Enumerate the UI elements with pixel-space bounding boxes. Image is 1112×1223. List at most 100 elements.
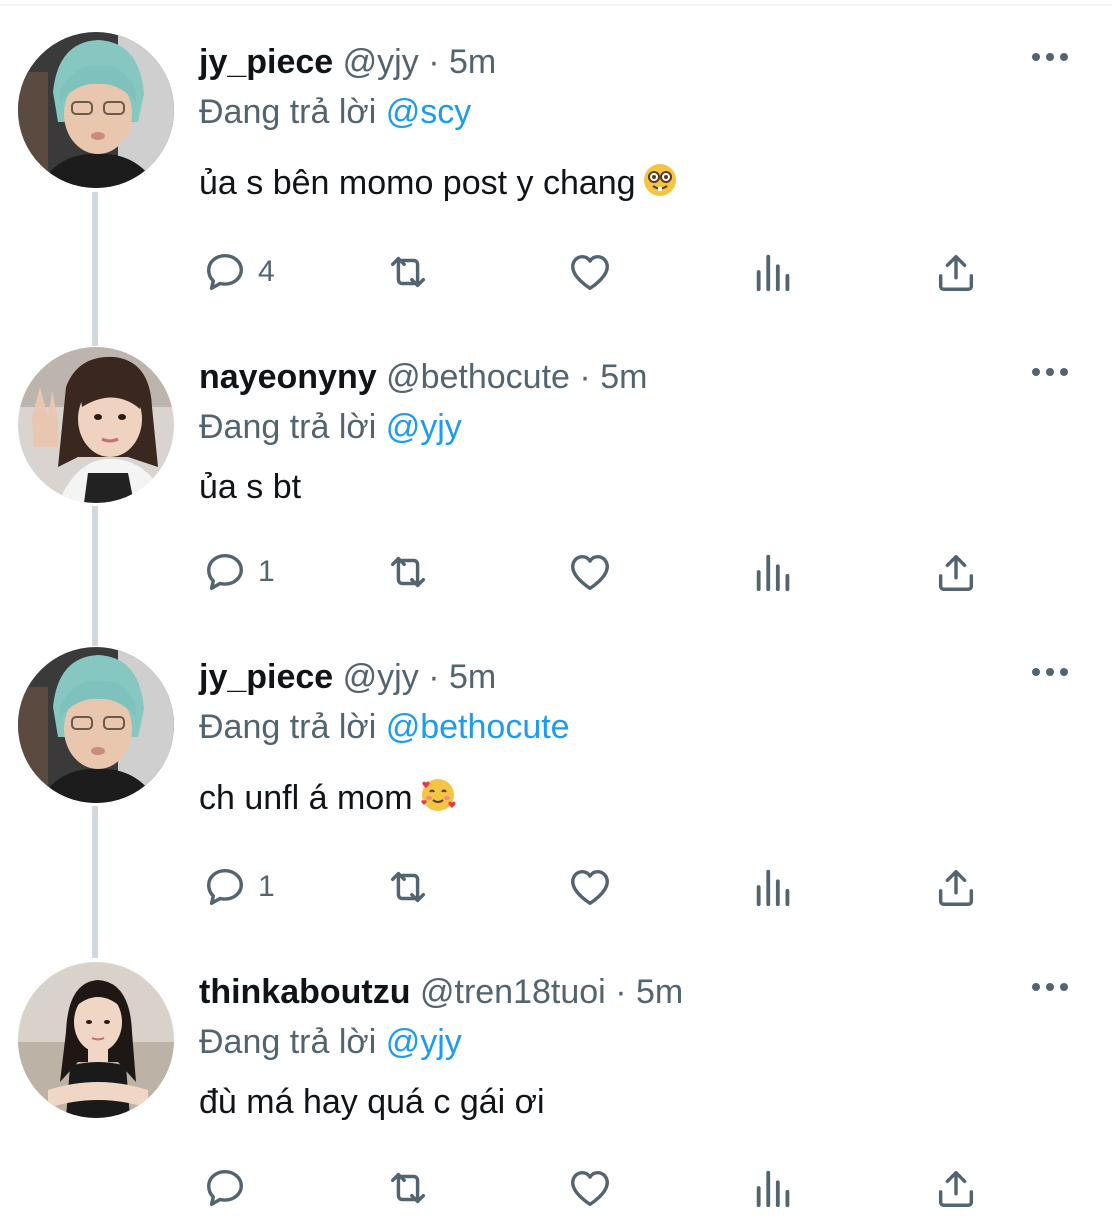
tweet-text: ủa s bt: [199, 467, 301, 507]
replying-to: Đang trả lời @scy: [199, 92, 471, 132]
timestamp[interactable]: 5m: [636, 973, 683, 1011]
tweet[interactable]: jy_piece @yjy · 5m Đang trả lời @bethocu…: [0, 647, 1112, 947]
user-handle[interactable]: @bethocute: [386, 358, 570, 396]
replying-to: Đang trả lời @yjy: [199, 1022, 462, 1062]
retweet-button[interactable]: [382, 244, 434, 300]
retweet-icon: [390, 871, 426, 903]
display-name[interactable]: nayeonyny: [199, 358, 377, 396]
display-name[interactable]: jy_piece: [199, 658, 333, 696]
timestamp[interactable]: 5m: [449, 43, 496, 81]
reply-mention[interactable]: @yjy: [386, 408, 462, 446]
more-options-icon[interactable]: [1030, 365, 1070, 379]
retweet-button[interactable]: [382, 544, 434, 600]
avatar[interactable]: [18, 32, 174, 188]
tweet-text: ch unfl á mom: [199, 777, 457, 822]
share-icon: [938, 254, 974, 291]
tweet-text-content: ủa s bt: [199, 468, 302, 506]
timestamp[interactable]: 5m: [449, 658, 496, 696]
retweet-button[interactable]: [382, 859, 434, 915]
avatar[interactable]: [18, 647, 174, 803]
tweet-text: đù má hay quá c gái ơi: [199, 1082, 545, 1122]
tweet-header: jy_piece @yjy · 5m: [199, 42, 496, 82]
user-handle[interactable]: @tren18tuoi: [420, 973, 606, 1011]
bar-chart-icon: [756, 254, 790, 292]
share-button[interactable]: [934, 859, 978, 915]
teal-hair-avatar-icon: [18, 32, 174, 188]
retweet-icon: [390, 256, 426, 288]
tweet-actions: 1: [0, 544, 1112, 600]
user-handle[interactable]: @yjy: [343, 658, 419, 696]
reply-icon: [206, 868, 244, 906]
tweet-text-content: ủa s bên momo post y chang: [199, 164, 636, 202]
avatar[interactable]: [18, 962, 174, 1118]
avatar[interactable]: [18, 347, 174, 503]
analytics-button[interactable]: [752, 859, 796, 915]
teal-hair-avatar-icon: [18, 647, 174, 803]
tweet[interactable]: thinkaboutzu @tren18tuoi · 5m Đang trả l…: [0, 962, 1112, 1223]
like-button[interactable]: [566, 244, 614, 300]
reply-prefix: Đang trả lời: [199, 408, 377, 446]
reply-mention[interactable]: @bethocute: [386, 708, 570, 746]
bar-chart-icon: [756, 1170, 790, 1208]
reply-icon: [206, 553, 244, 591]
reply-button[interactable]: 1: [202, 544, 275, 600]
more-options-icon[interactable]: [1030, 665, 1070, 679]
share-icon: [938, 869, 974, 906]
peace-sign-avatar-icon: [18, 347, 174, 503]
separator-dot: ·: [428, 43, 440, 81]
bar-chart-icon: [756, 554, 790, 592]
tweet[interactable]: jy_piece @yjy · 5m Đang trả lời @scy ủa …: [0, 32, 1112, 332]
analytics-button[interactable]: [752, 1160, 796, 1216]
reply-mention[interactable]: @yjy: [386, 1023, 462, 1061]
dark-hair-avatar-icon: [18, 962, 174, 1118]
reply-button[interactable]: 1: [202, 859, 275, 915]
tweet-text-content: đù má hay quá c gái ơi: [199, 1083, 545, 1121]
display-name[interactable]: jy_piece: [199, 43, 333, 81]
separator-dot: ·: [428, 658, 440, 696]
reply-button[interactable]: [202, 1160, 258, 1216]
user-handle[interactable]: @yjy: [343, 43, 419, 81]
tweet-header: thinkaboutzu @tren18tuoi · 5m: [199, 972, 683, 1012]
heart-icon: [571, 1170, 609, 1207]
reply-count: 4: [258, 255, 275, 288]
tweet[interactable]: nayeonyny @bethocute · 5m Đang trả lời @…: [0, 347, 1112, 607]
reply-prefix: Đang trả lời: [199, 1023, 377, 1061]
tweet-header: nayeonyny @bethocute · 5m: [199, 357, 647, 397]
tweet-actions: 4: [0, 244, 1112, 300]
reply-prefix: Đang trả lời: [199, 93, 377, 131]
timestamp[interactable]: 5m: [600, 358, 647, 396]
smiling-face-with-hearts-icon: [419, 777, 457, 822]
share-icon: [938, 1170, 974, 1207]
reply-mention[interactable]: @scy: [386, 93, 472, 131]
more-options-icon[interactable]: [1030, 980, 1070, 994]
top-divider: [0, 4, 1112, 6]
more-options-icon[interactable]: [1030, 50, 1070, 64]
retweet-icon: [390, 556, 426, 588]
analytics-button[interactable]: [752, 244, 796, 300]
nerd-face-icon: [642, 162, 678, 207]
heart-icon: [571, 554, 609, 591]
share-button[interactable]: [934, 244, 978, 300]
like-button[interactable]: [566, 859, 614, 915]
display-name[interactable]: thinkaboutzu: [199, 973, 411, 1011]
separator-dot: ·: [579, 358, 591, 396]
tweet-actions: [0, 1160, 1112, 1216]
reply-button[interactable]: 4: [202, 244, 275, 300]
reply-icon: [206, 1169, 244, 1207]
reply-prefix: Đang trả lời: [199, 708, 377, 746]
bar-chart-icon: [756, 869, 790, 907]
like-button[interactable]: [566, 544, 614, 600]
analytics-button[interactable]: [752, 544, 796, 600]
share-button[interactable]: [934, 1160, 978, 1216]
replying-to: Đang trả lời @yjy: [199, 407, 462, 447]
share-button[interactable]: [934, 544, 978, 600]
separator-dot: ·: [615, 973, 627, 1011]
share-icon: [938, 554, 974, 591]
tweet-actions: 1: [0, 859, 1112, 915]
heart-icon: [571, 869, 609, 906]
retweet-button[interactable]: [382, 1160, 434, 1216]
like-button[interactable]: [566, 1160, 614, 1216]
replying-to: Đang trả lời @bethocute: [199, 707, 570, 747]
tweet-text-content: ch unfl á mom: [199, 779, 413, 817]
tweet-header: jy_piece @yjy · 5m: [199, 657, 496, 697]
